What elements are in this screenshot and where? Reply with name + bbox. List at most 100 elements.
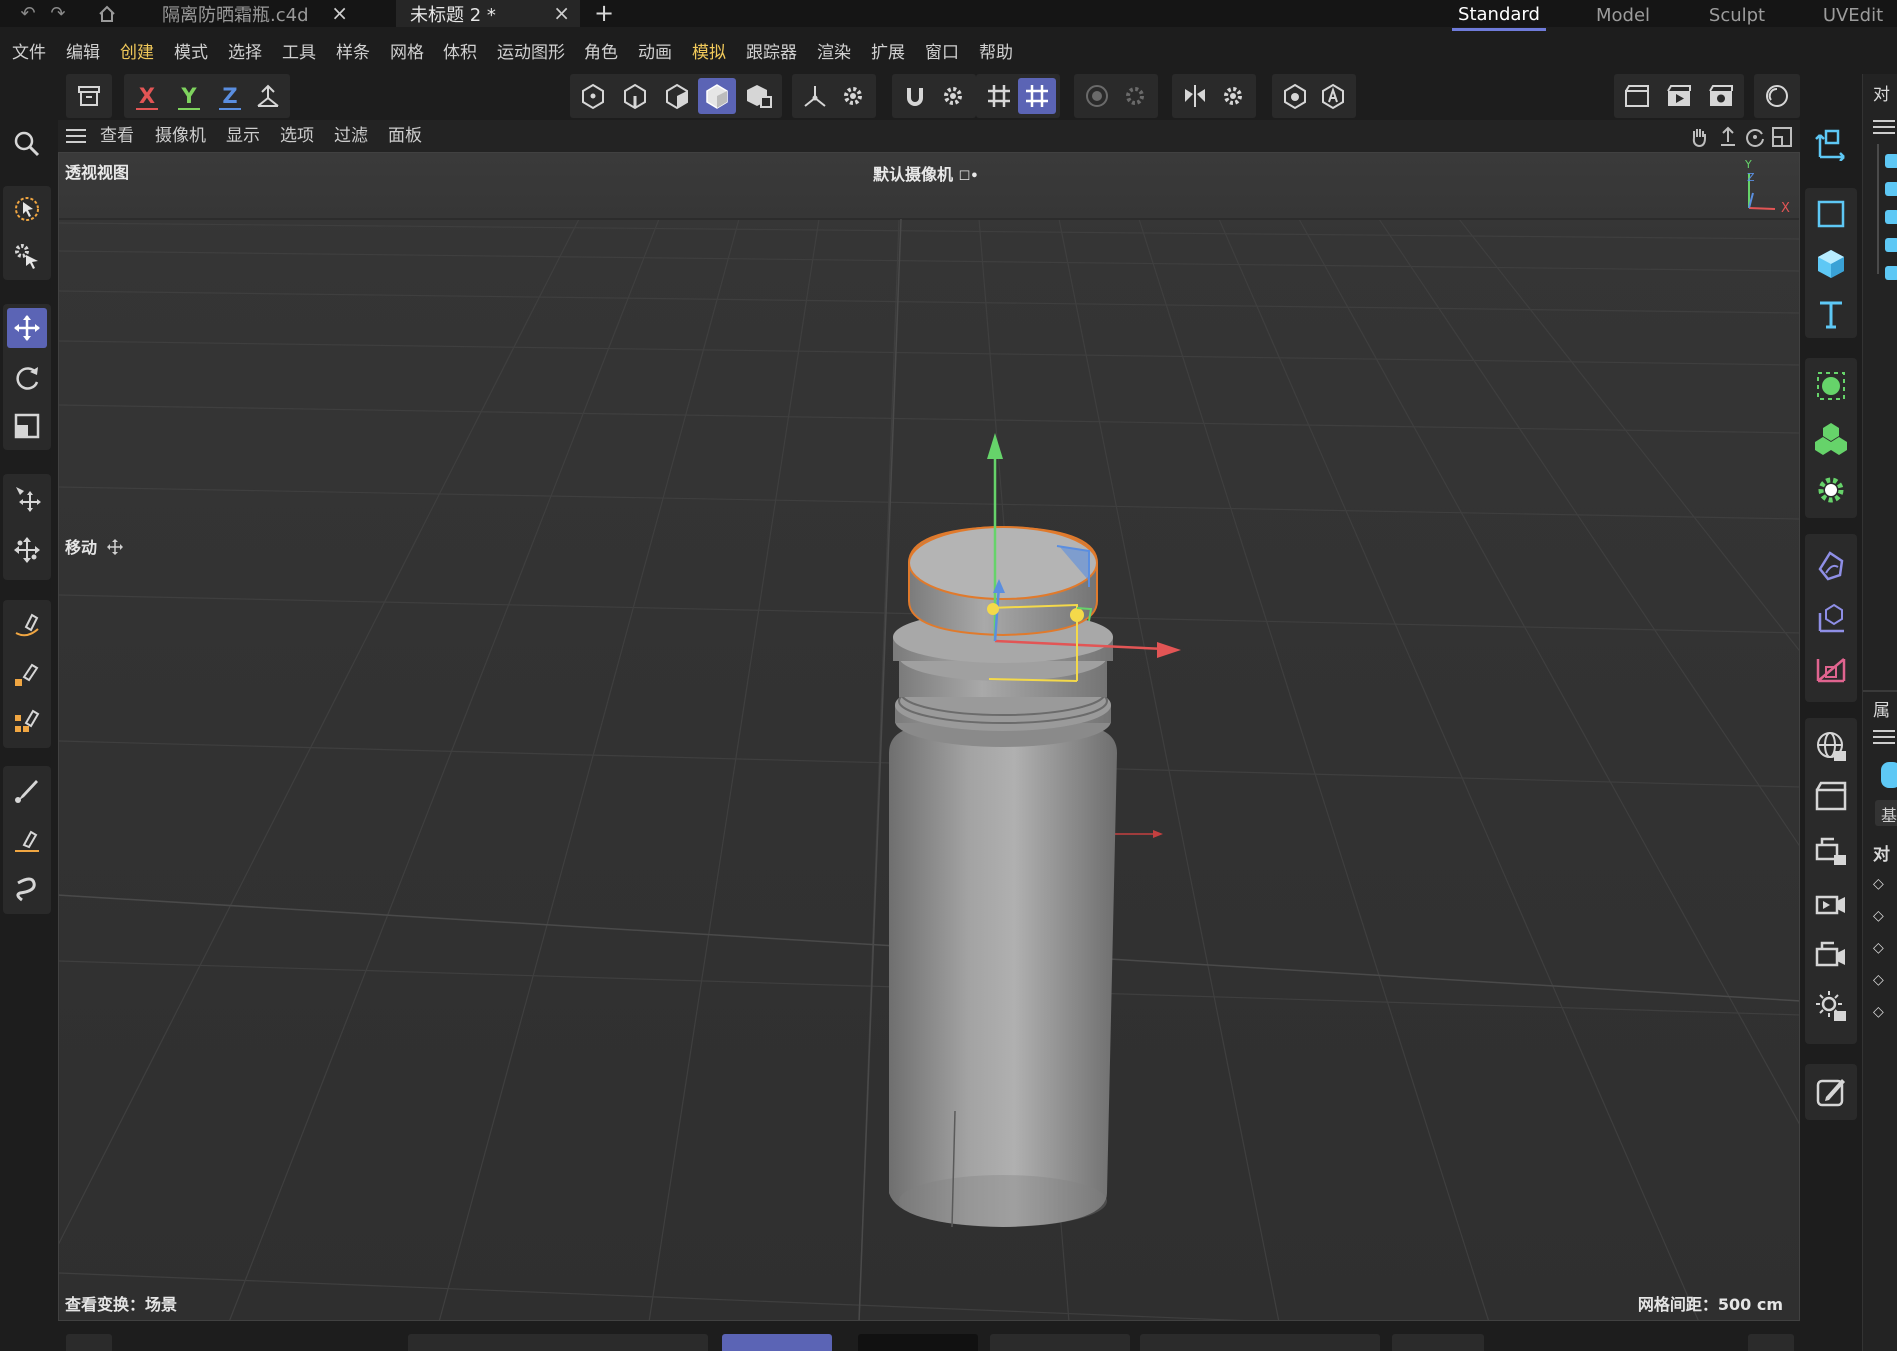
model-mode-icon[interactable]	[698, 78, 736, 114]
perspective-viewport[interactable]: 透视视图 默认摄像机 ☐• Y Z X 移动 查看变换：场景 网格间距：500 …	[58, 152, 1800, 1321]
orbit-view-icon[interactable]	[1744, 126, 1766, 152]
spline-sketch-icon[interactable]	[7, 654, 47, 694]
subdivision-icon[interactable]	[1811, 364, 1851, 408]
sky-globe-icon[interactable]	[1811, 724, 1851, 768]
menu-create[interactable]: 创建	[120, 38, 154, 68]
redo-icon[interactable]: ↷	[44, 0, 72, 27]
edit-material-icon[interactable]	[1811, 1070, 1851, 1114]
menu-render[interactable]: 渲染	[817, 38, 851, 68]
spline-pen-icon[interactable]	[7, 604, 47, 644]
uv-mode-icon[interactable]	[740, 78, 778, 114]
dolly-icon[interactable]	[1717, 126, 1739, 152]
null-object-icon[interactable]	[1811, 122, 1851, 166]
layout-tab-standard[interactable]: Standard	[1452, 0, 1546, 31]
render-settings-icon[interactable]	[1702, 78, 1740, 114]
timeline-mode-toggle[interactable]	[722, 1334, 832, 1351]
attribute-tab-basic[interactable]: 基	[1875, 800, 1897, 826]
doc-tab-bottle[interactable]: 隔离防晒霜瓶.c4d ×	[148, 0, 358, 27]
workplane-snap-icon[interactable]	[1018, 78, 1056, 114]
viewport-menu-options[interactable]: 选项	[280, 120, 314, 152]
menu-simulate[interactable]: 模拟	[692, 38, 726, 68]
undo-icon[interactable]: ↶	[14, 0, 42, 27]
spline-rectangle-icon[interactable]	[1811, 192, 1851, 236]
gear-icon[interactable]	[1214, 78, 1252, 114]
menu-character[interactable]: 角色	[584, 38, 618, 68]
cube-icon[interactable]	[1811, 242, 1851, 286]
viewport-menu-filter[interactable]: 过滤	[334, 120, 368, 152]
menu-file[interactable]: 文件	[12, 38, 46, 68]
menu-mograph[interactable]: 运动图形	[497, 38, 565, 68]
spline-smooth-icon[interactable]	[7, 820, 47, 860]
bottle-model[interactable]	[889, 525, 1117, 1228]
pan-hand-icon[interactable]	[1688, 126, 1710, 152]
keyframe-diamond-icon[interactable]: ◇	[1873, 972, 1884, 988]
soft-selection-icon[interactable]	[1078, 78, 1116, 114]
scene-takes-icon[interactable]	[1811, 774, 1851, 818]
object-item-icon[interactable]	[1885, 266, 1897, 280]
volume-icon[interactable]	[1811, 648, 1851, 692]
auto-enable-icon[interactable]	[1314, 78, 1352, 114]
playback-controls[interactable]	[408, 1334, 708, 1351]
field-icon[interactable]	[1811, 596, 1851, 640]
tweak-icon[interactable]	[7, 236, 47, 276]
keyframe-diamond-icon[interactable]: ◇	[1873, 1004, 1884, 1020]
axis-y-lock-button[interactable]: Y	[170, 78, 208, 114]
viewport-menu-view[interactable]: 查看	[100, 120, 134, 152]
home-icon[interactable]	[93, 0, 121, 27]
menu-help[interactable]: 帮助	[979, 38, 1013, 68]
menu-spline[interactable]: 样条	[336, 38, 370, 68]
menu-edit[interactable]: 编辑	[66, 38, 100, 68]
polygon-mode-icon[interactable]	[658, 78, 696, 114]
menu-tools[interactable]: 工具	[282, 38, 316, 68]
timeline-options[interactable]	[1392, 1334, 1484, 1351]
camera-st-icon[interactable]	[1811, 828, 1851, 872]
object-item-icon[interactable]	[1885, 238, 1897, 252]
menu-mode[interactable]: 模式	[174, 38, 208, 68]
close-icon[interactable]: ×	[553, 1, 570, 25]
polygon-pen-icon[interactable]	[7, 702, 47, 742]
effector-icon[interactable]	[1811, 468, 1851, 512]
orbit-icon[interactable]	[1758, 78, 1796, 114]
coordinate-system-icon[interactable]	[249, 78, 287, 114]
layout-tab-model[interactable]: Model	[1578, 0, 1668, 31]
timeline-end-button[interactable]	[1748, 1334, 1794, 1351]
move-icon[interactable]	[7, 308, 47, 348]
light-st-icon[interactable]	[1811, 984, 1851, 1028]
scale-icon[interactable]	[7, 406, 47, 446]
hamburger-menu-icon[interactable]	[1873, 730, 1895, 744]
video-camera-icon[interactable]	[1811, 880, 1851, 924]
menu-window[interactable]: 窗口	[925, 38, 959, 68]
menu-extensions[interactable]: 扩展	[871, 38, 905, 68]
key-controls[interactable]	[1140, 1334, 1380, 1351]
record-controls[interactable]	[990, 1334, 1130, 1351]
target-camera-icon[interactable]	[1811, 932, 1851, 976]
object-item-icon[interactable]	[1885, 182, 1897, 196]
hamburger-menu-icon[interactable]	[66, 129, 86, 143]
maximize-view-icon[interactable]	[1771, 126, 1793, 152]
viewport-menu-cameras[interactable]: 摄像机	[155, 120, 206, 152]
gear-icon[interactable]	[834, 78, 872, 114]
cloner-icon[interactable]	[1811, 416, 1851, 460]
gear-icon[interactable]	[1116, 78, 1154, 114]
viewport-menu-panel[interactable]: 面板	[388, 120, 422, 152]
doc-tab-untitled[interactable]: 未标题 2 * ×	[396, 0, 580, 27]
menu-select[interactable]: 选择	[228, 38, 262, 68]
edge-mode-icon[interactable]	[616, 78, 654, 114]
search-icon[interactable]	[7, 124, 47, 164]
viewport-menu-display[interactable]: 显示	[226, 120, 260, 152]
menu-tracker[interactable]: 跟踪器	[746, 38, 797, 68]
archive-icon[interactable]	[70, 78, 108, 114]
menu-volume[interactable]: 体积	[443, 38, 477, 68]
object-item-icon[interactable]	[1885, 154, 1897, 168]
render-view-icon[interactable]	[1618, 78, 1656, 114]
text-object-icon[interactable]	[1811, 292, 1851, 336]
layout-tab-sculpt[interactable]: Sculpt	[1690, 0, 1784, 31]
brush-icon[interactable]	[7, 770, 47, 810]
placement-icon[interactable]	[7, 478, 47, 518]
timeline-home-button[interactable]	[66, 1334, 112, 1351]
rotate-icon[interactable]	[7, 358, 47, 398]
render-to-viewer-icon[interactable]	[1660, 78, 1698, 114]
grid-snap-icon[interactable]	[980, 78, 1018, 114]
dynamic-placement-icon[interactable]	[7, 530, 47, 570]
viewport-solo-icon[interactable]	[1276, 78, 1314, 114]
